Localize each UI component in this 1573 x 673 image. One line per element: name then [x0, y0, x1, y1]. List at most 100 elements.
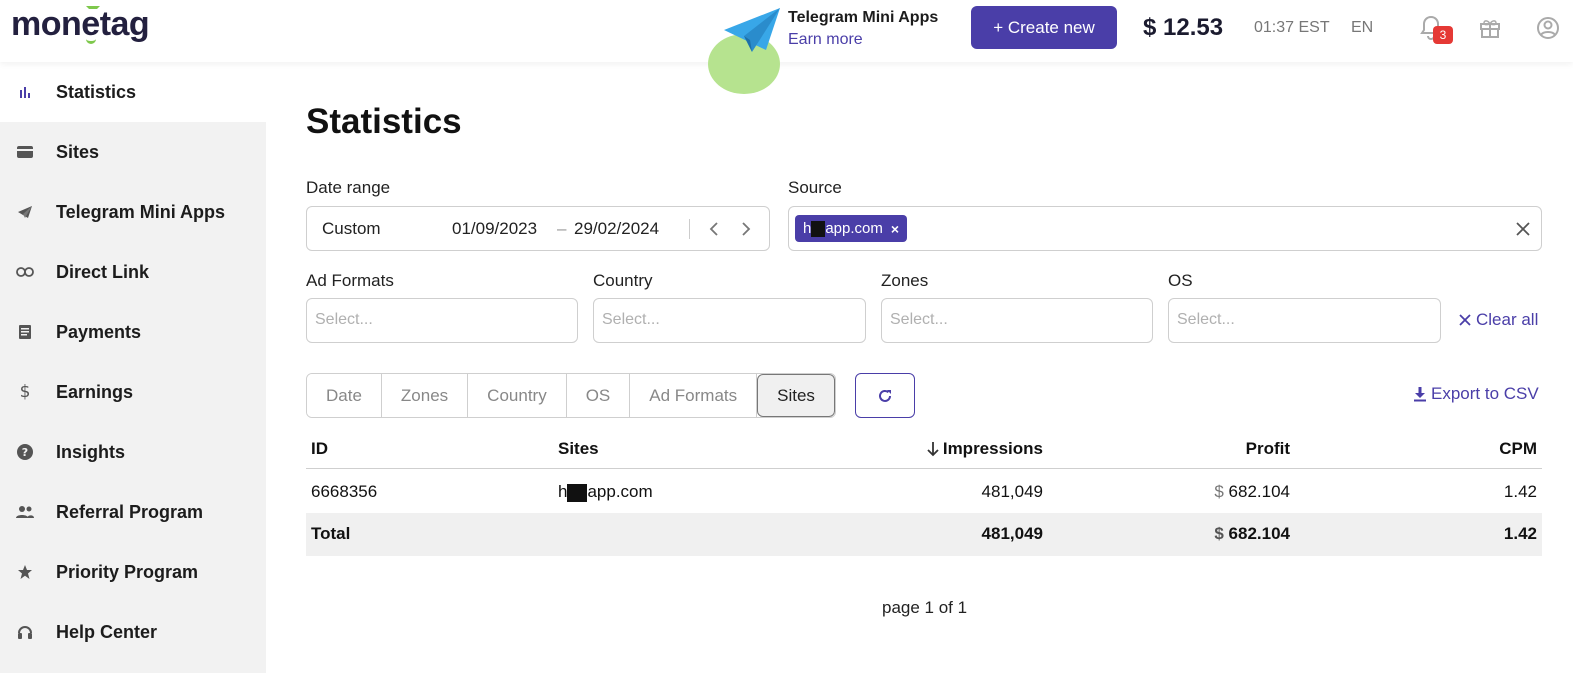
telegram-icon — [15, 202, 35, 222]
card-icon — [15, 142, 35, 162]
column-header-cpm[interactable]: CPM — [1437, 439, 1537, 459]
ad-formats-select[interactable]: Select... — [306, 298, 578, 343]
currency-symbol: $ — [1214, 524, 1224, 543]
column-header-impressions[interactable]: Impressions — [903, 439, 1043, 459]
sort-descending-icon — [927, 442, 939, 457]
sidebar-item-priority-program[interactable]: Priority Program — [0, 542, 266, 602]
link-icon — [15, 262, 35, 282]
sidebar-item-earnings[interactable]: $ Earnings — [0, 362, 266, 422]
profit-value: 682.104 — [1228, 482, 1290, 501]
page-title: Statistics — [306, 102, 462, 141]
sidebar-item-label: Help Center — [56, 621, 158, 642]
source-chip: h app.com × — [795, 215, 908, 242]
create-new-button[interactable]: + Create new — [971, 6, 1117, 49]
cell-profit: $ 682.104 — [1160, 482, 1290, 502]
sidebar-item-label: Telegram Mini Apps — [56, 201, 226, 222]
sidebar-item-insights[interactable]: ? Insights — [0, 422, 266, 482]
zones-label: Zones — [881, 271, 929, 290]
close-icon — [1459, 314, 1471, 326]
total-label: Total — [311, 524, 351, 543]
sidebar-item-label: Statistics — [56, 81, 137, 102]
sidebar-item-sites[interactable]: Sites — [0, 122, 266, 182]
sidebar-item-label: Insights — [56, 441, 126, 462]
os-placeholder: Select... — [1177, 311, 1235, 328]
sidebar-item-statistics[interactable]: Statistics — [0, 62, 266, 122]
chevron-right-icon[interactable] — [735, 219, 755, 239]
tab-zones[interactable]: Zones — [381, 374, 469, 417]
logo-text-prefix: mon — [11, 5, 82, 43]
date-from[interactable]: 01/09/2023 — [452, 219, 537, 239]
total-profit-value: 682.104 — [1228, 524, 1290, 543]
refresh-button[interactable] — [855, 373, 915, 418]
sidebar-item-referral-program[interactable]: Referral Program — [0, 482, 266, 542]
tab-date[interactable]: Date — [307, 374, 382, 417]
download-icon — [1414, 387, 1426, 402]
language-selector[interactable]: EN — [1351, 19, 1373, 37]
telegram-mini-apps-promo[interactable]: Telegram Mini Apps Earn more — [708, 0, 958, 94]
date-separator: – — [557, 219, 567, 238]
notification-count-badge: 3 — [1433, 26, 1453, 44]
source-multiselect[interactable]: h app.com × — [788, 206, 1542, 251]
cell-impressions: 481,049 — [981, 482, 1043, 501]
logo-text-suffix: tag — [99, 5, 150, 43]
source-label: Source — [788, 178, 842, 197]
site-text-start: h — [558, 482, 568, 501]
account-balance: $ 12.53 — [1143, 14, 1224, 41]
chevron-left-icon[interactable] — [705, 219, 725, 239]
user-account-icon[interactable] — [1536, 16, 1560, 40]
column-header-id[interactable]: ID — [311, 439, 328, 459]
date-range-picker[interactable]: Custom 01/09/2023 – 29/02/2024 — [306, 206, 770, 251]
redacted-block — [567, 483, 588, 502]
zones-select[interactable]: Select... — [881, 298, 1153, 343]
export-csv-button[interactable]: Export to CSV — [1413, 384, 1539, 404]
sidebar-item-label: Referral Program — [56, 501, 204, 522]
group-by-tabs: Date Zones Country OS Ad Formats Sites — [306, 373, 836, 418]
redacted-block — [811, 220, 826, 237]
sidebar-item-help-center[interactable]: Help Center — [0, 602, 266, 662]
current-time: 01:37 EST — [1254, 19, 1330, 36]
source-chip-text-end: app.com — [825, 220, 883, 237]
remove-chip-icon[interactable]: × — [891, 221, 899, 237]
tab-sites[interactable]: Sites — [757, 374, 835, 417]
tab-os[interactable]: OS — [566, 374, 631, 417]
currency-symbol: $ — [1214, 482, 1224, 501]
date-preset-select[interactable]: Custom — [322, 219, 381, 239]
paper-plane-icon — [724, 8, 780, 52]
help-circle-icon: ? — [15, 442, 35, 462]
os-select[interactable]: Select... — [1168, 298, 1441, 343]
column-header-profit[interactable]: Profit — [1190, 439, 1290, 459]
total-profit: $ 682.104 — [1160, 524, 1290, 544]
source-chip-text-start: h — [803, 220, 812, 237]
tab-country[interactable]: Country — [468, 374, 567, 417]
clear-all-label: Clear all — [1476, 310, 1539, 329]
sidebar-nav: Statistics Sites Telegram Mini Apps Dire… — [0, 62, 266, 673]
country-select[interactable]: Select... — [593, 298, 866, 343]
logo-text-e: e — [81, 5, 101, 44]
tab-ad-formats[interactable]: Ad Formats — [630, 374, 758, 417]
column-header-sites[interactable]: Sites — [558, 439, 599, 459]
clear-all-button[interactable]: Clear all — [1458, 310, 1538, 330]
cell-site: h app.com — [558, 482, 653, 502]
country-placeholder: Select... — [602, 311, 660, 328]
monetag-logo[interactable]: monetag — [11, 4, 150, 44]
sidebar-item-payments[interactable]: Payments — [0, 302, 266, 362]
date-to[interactable]: 29/02/2024 — [574, 219, 659, 239]
star-icon — [15, 562, 35, 582]
date-range-label: Date range — [306, 178, 391, 197]
earn-more-link[interactable]: Earn more — [788, 31, 863, 49]
dollar-icon: $ — [19, 382, 31, 402]
headset-icon — [15, 622, 35, 642]
sidebar-item-label: Direct Link — [56, 261, 150, 282]
gift-icon[interactable] — [1478, 16, 1502, 40]
table-header-divider — [306, 468, 1542, 469]
sidebar-item-label: Sites — [56, 141, 100, 162]
close-icon[interactable] — [1513, 219, 1533, 239]
promo-title: Telegram Mini Apps — [788, 9, 939, 26]
people-icon — [15, 502, 35, 522]
sidebar-item-telegram-mini-apps[interactable]: Telegram Mini Apps — [0, 182, 266, 242]
sidebar-item-direct-link[interactable]: Direct Link — [0, 242, 266, 302]
pagination-info: page 1 of 1 — [882, 598, 968, 617]
os-label: OS — [1168, 271, 1193, 290]
export-csv-label: Export to CSV — [1431, 384, 1539, 403]
ad-formats-placeholder: Select... — [315, 311, 373, 328]
